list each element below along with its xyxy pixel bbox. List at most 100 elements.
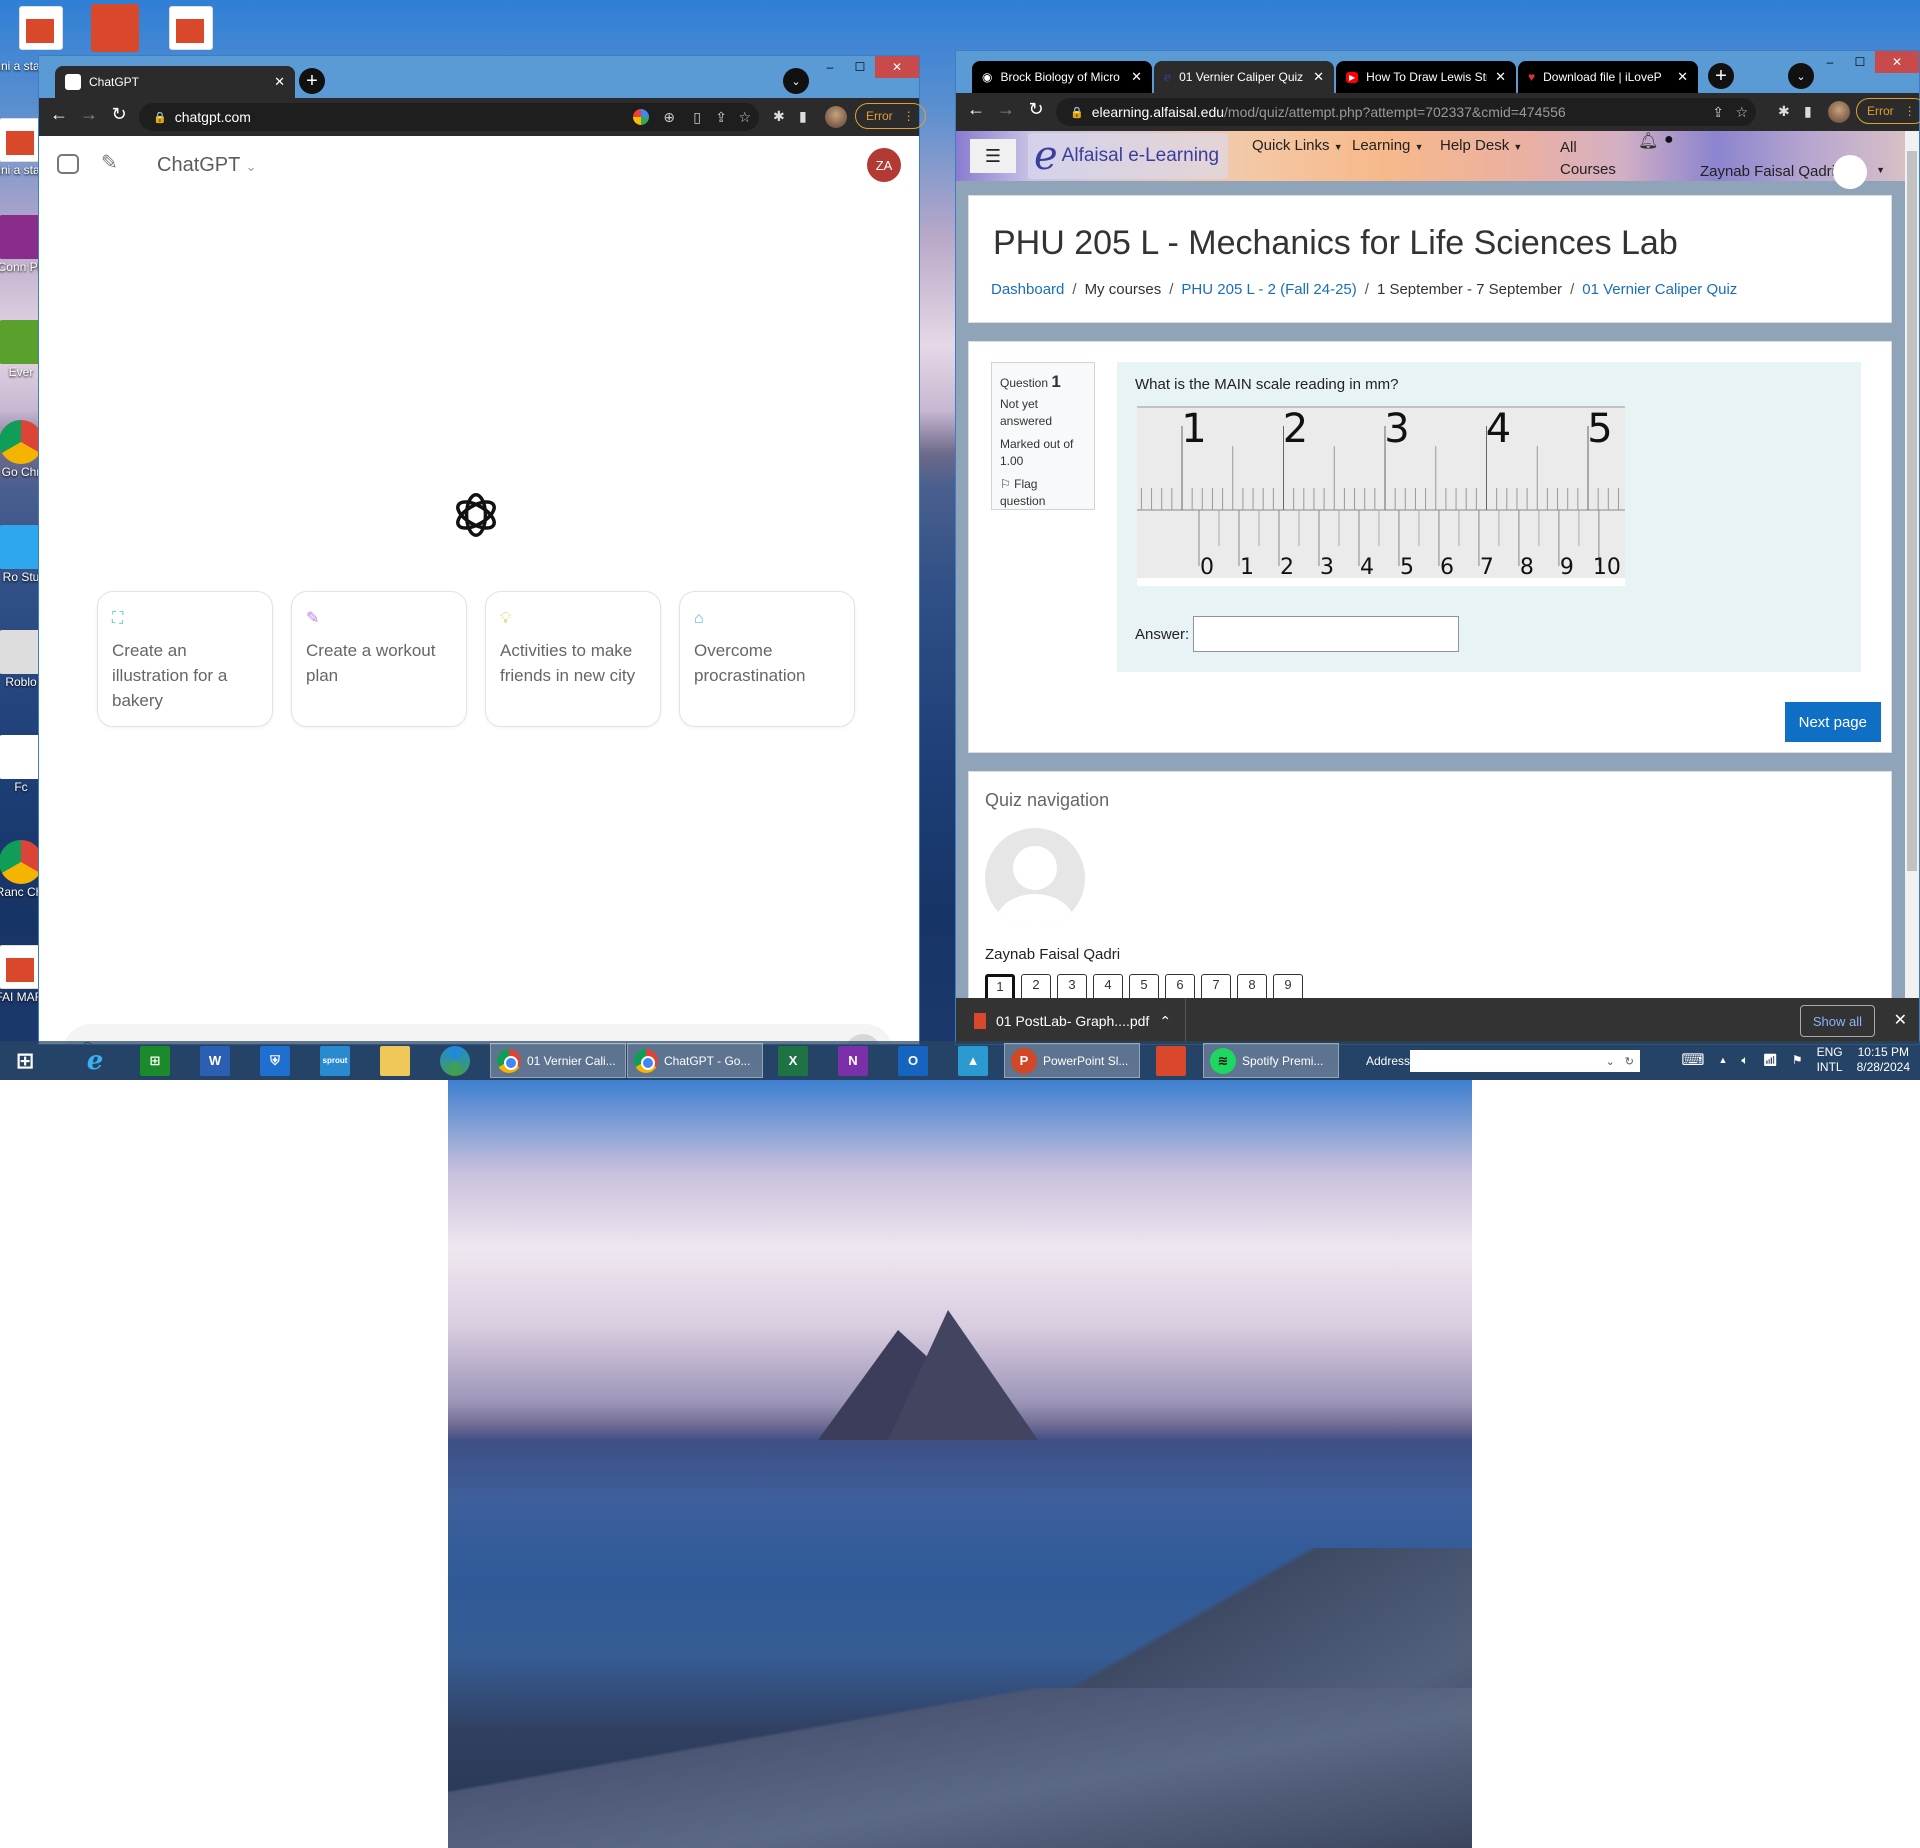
network-icon[interactable]: 📶︎ xyxy=(1763,1053,1778,1068)
forward-icon[interactable]: → xyxy=(77,104,101,125)
tab-chatgpt[interactable]: ChatGPT ✕ xyxy=(55,66,295,98)
maximize-icon[interactable]: ☐ xyxy=(1845,51,1875,73)
taskbar-store[interactable]: ⊞ xyxy=(140,1044,170,1077)
menu-learning[interactable]: Learning ▼ xyxy=(1352,137,1423,154)
site-brand-link[interactable]: e Alfaisal e-Learning xyxy=(1028,133,1228,179)
desktop-icon-app[interactable] xyxy=(80,4,150,54)
show-hidden-icons[interactable]: ▲ xyxy=(1718,1053,1727,1068)
share-icon[interactable]: ⇪ xyxy=(715,109,727,126)
tab-lewis-structures[interactable]: ▶ How To Draw Lewis Str ✕ xyxy=(1336,61,1516,93)
desktop-icon-pdf-1[interactable] xyxy=(6,6,76,52)
language-indicator[interactable]: ENG INTL xyxy=(1817,1045,1843,1075)
suggestion-card[interactable]: ✎ Create a workout plan xyxy=(291,591,467,727)
breadcrumb-quiz[interactable]: 01 Vernier Caliper Quiz xyxy=(1582,281,1737,298)
tab-ilovepdf[interactable]: ♥ Download file | iLoveP ✕ xyxy=(1518,61,1698,93)
taskbar-defender[interactable]: ⛨ xyxy=(260,1044,290,1077)
taskbar-window-vernier[interactable]: 01 Vernier Cali... xyxy=(490,1043,626,1078)
refresh-icon[interactable]: ↻ xyxy=(1625,1055,1634,1068)
share-icon[interactable]: ⇪ xyxy=(1712,104,1724,121)
new-tab-button[interactable]: + xyxy=(299,68,325,94)
page-scrollbar[interactable] xyxy=(1905,131,1919,1044)
address-bar[interactable]: 🔒 elearning.alfaisal.edu/mod/quiz/attemp… xyxy=(1056,98,1756,126)
touch-keyboard-icon[interactable]: ⌨ xyxy=(1681,1052,1704,1068)
breadcrumb-dashboard[interactable]: Dashboard xyxy=(991,281,1064,298)
next-page-button[interactable]: Next page xyxy=(1784,702,1881,742)
close-downloads-bar-icon[interactable]: ✕ xyxy=(1894,1010,1907,1030)
reload-icon[interactable]: ↻ xyxy=(107,104,131,125)
suggestion-card[interactable]: ⌂ Overcome procrastination xyxy=(679,591,855,727)
taskbar-word[interactable]: W xyxy=(200,1044,230,1077)
close-tab-icon[interactable]: ✕ xyxy=(274,74,285,90)
address-bar[interactable]: 🔒 chatgpt.com ⊕ ▯ ⇪ ☆ xyxy=(139,103,759,131)
tab-search-button[interactable]: ⌄ xyxy=(783,68,809,94)
taskbar-sprout[interactable]: sprout xyxy=(320,1044,350,1077)
taskbar-pdf-app[interactable] xyxy=(1156,1044,1186,1077)
forward-icon[interactable]: → xyxy=(994,99,1018,120)
extensions-icon[interactable]: ✱ xyxy=(1778,103,1790,120)
caret-down-icon[interactable]: ▼ xyxy=(1876,165,1885,175)
taskbar-window-chatgpt[interactable]: ChatGPT - Go... xyxy=(627,1043,763,1078)
notification-bell-icon[interactable]: 🔔︎ xyxy=(1638,131,1658,151)
close-tab-icon[interactable]: ✕ xyxy=(1131,69,1142,85)
user-menu[interactable]: Zaynab Faisal Qadri xyxy=(1700,163,1835,180)
taskbar-excel[interactable]: X xyxy=(778,1044,808,1077)
dropdown-icon[interactable]: ⌄ xyxy=(1606,1055,1615,1068)
back-icon[interactable]: ← xyxy=(47,104,71,125)
scrollbar-thumb[interactable] xyxy=(1907,151,1917,871)
error-button[interactable]: Error ⋮ xyxy=(855,103,926,129)
messages-icon[interactable]: ● xyxy=(1664,131,1674,149)
answer-input[interactable] xyxy=(1193,616,1460,652)
start-button[interactable]: ⊞ xyxy=(10,1044,40,1077)
user-avatar[interactable] xyxy=(1833,155,1867,189)
back-icon[interactable]: ← xyxy=(964,99,988,120)
taskbar-explorer[interactable] xyxy=(380,1044,410,1077)
close-tab-icon[interactable]: ✕ xyxy=(1677,69,1688,85)
profile-avatar[interactable] xyxy=(1828,101,1850,123)
suggestion-card[interactable]: 💡︎ Activities to make friends in new city xyxy=(485,591,661,727)
show-all-downloads-button[interactable]: Show all xyxy=(1799,1005,1875,1037)
tab-vernier-quiz[interactable]: e 01 Vernier Caliper Quiz ✕ xyxy=(1154,61,1334,93)
close-window-icon[interactable]: ✕ xyxy=(1875,51,1919,73)
sidebar-toggle-icon[interactable] xyxy=(57,154,79,174)
suggestion-card[interactable]: ⛶ Create an illustration for a bakery xyxy=(97,591,273,727)
taskbar-ie[interactable]: e xyxy=(80,1044,110,1077)
tab-search-button[interactable]: ⌄ xyxy=(1788,63,1814,89)
volume-icon[interactable]: 🔈︎ xyxy=(1741,1053,1748,1068)
zoom-icon[interactable]: ⊕ xyxy=(663,109,675,126)
hamburger-menu-button[interactable]: ☰ xyxy=(970,139,1016,173)
bookmark-star-icon[interactable]: ☆ xyxy=(1735,104,1748,121)
new-tab-button[interactable]: + xyxy=(1708,63,1734,89)
flag-question-link[interactable]: ⚐ Flag question xyxy=(1000,476,1086,510)
side-panel-icon[interactable]: ▮ xyxy=(1804,103,1812,120)
taskbar-edge[interactable] xyxy=(440,1044,470,1077)
side-panel-icon[interactable]: ▮ xyxy=(799,108,807,125)
address-toolbar-input[interactable]: ⌄ ↻ xyxy=(1410,1050,1640,1072)
tab-brock-biology[interactable]: ◉ Brock Biology of Micro ✕ xyxy=(972,61,1152,93)
taskbar-window-powerpoint[interactable]: P PowerPoint Sl... xyxy=(1004,1043,1140,1078)
minimize-icon[interactable]: – xyxy=(815,56,845,78)
close-tab-icon[interactable]: ✕ xyxy=(1313,69,1324,85)
download-item[interactable]: 01 PostLab- Graph....pdf ⌃ xyxy=(956,998,1187,1044)
menu-help-desk[interactable]: Help Desk ▼ xyxy=(1440,137,1522,154)
clock[interactable]: 10:15 PM 8/28/2024 xyxy=(1857,1045,1910,1075)
breadcrumb-course[interactable]: PHU 205 L - 2 (Fall 24-25) xyxy=(1181,281,1356,298)
extensions-icon[interactable]: ✱ xyxy=(773,108,785,125)
desktop-icon-pdf-2[interactable] xyxy=(156,6,226,52)
bookmark-star-icon[interactable]: ☆ xyxy=(738,109,751,126)
error-button[interactable]: Error ⋮ xyxy=(1856,98,1920,124)
close-window-icon[interactable]: ✕ xyxy=(875,56,919,78)
taskbar-window-spotify[interactable]: ≋ Spotify Premi... xyxy=(1203,1043,1339,1078)
action-center-flag-icon[interactable]: ⚑ xyxy=(1792,1053,1803,1068)
taskbar-onenote[interactable]: N xyxy=(838,1044,868,1077)
profile-avatar[interactable] xyxy=(825,106,847,128)
menu-all-courses[interactable]: All Courses xyxy=(1560,137,1616,181)
minimize-icon[interactable]: – xyxy=(1815,51,1845,73)
taskbar-photos[interactable]: ▲ xyxy=(958,1044,988,1077)
menu-quick-links[interactable]: Quick Links ▼ xyxy=(1252,137,1343,154)
model-selector[interactable]: ChatGPT ⌄ xyxy=(157,154,256,177)
taskbar-outlook[interactable]: O xyxy=(898,1044,928,1077)
page-icon[interactable]: ▯ xyxy=(693,109,701,126)
reload-icon[interactable]: ↻ xyxy=(1024,99,1048,120)
chevron-up-icon[interactable]: ⌃ xyxy=(1159,1013,1171,1030)
google-icon[interactable] xyxy=(633,109,649,125)
